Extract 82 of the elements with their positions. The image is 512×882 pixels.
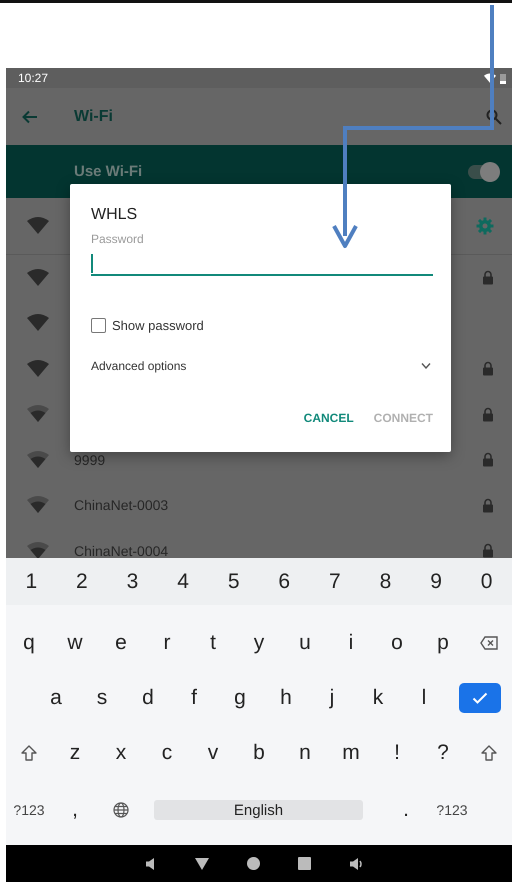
keyboard-key[interactable]: m (328, 730, 374, 774)
search-icon[interactable] (486, 108, 502, 124)
keyboard-key[interactable]: c (144, 730, 190, 774)
wifi-signal-icon (26, 358, 50, 379)
wifi-signal-icon (26, 313, 50, 334)
keyboard-key[interactable]: r (144, 620, 190, 664)
keyboard-key[interactable]: i (328, 620, 374, 664)
keyboard-key[interactable]: v (190, 730, 236, 774)
wifi-toggle[interactable] (468, 164, 498, 178)
keyboard-key[interactable]: e (98, 620, 144, 664)
keyboard-key[interactable]: 6 (258, 560, 310, 604)
enter-key[interactable] (459, 682, 501, 712)
keyboard-key[interactable]: 2 (56, 560, 108, 604)
check-icon (472, 692, 488, 704)
keyboard-key[interactable]: y (236, 620, 282, 664)
shift-icon[interactable] (481, 744, 497, 760)
keyboard-key[interactable]: q (6, 620, 52, 664)
wifi-signal-icon (26, 495, 50, 516)
password-label: Password (91, 232, 145, 246)
volume-up-icon[interactable] (348, 856, 364, 870)
shift-icon[interactable] (21, 744, 37, 760)
lock-icon (482, 498, 494, 513)
keyboard-key[interactable]: n (282, 730, 328, 774)
keyboard-key[interactable]: u (282, 620, 328, 664)
lock-icon (482, 452, 494, 468)
wifi-signal-icon (26, 404, 50, 424)
keyboard-key[interactable]: z (52, 730, 98, 774)
keyboard-key[interactable]: 9 (410, 560, 462, 604)
lock-icon (482, 543, 494, 558)
dialog-title: WHLS (91, 206, 138, 224)
keyboard-key[interactable]: s (79, 676, 125, 720)
keyboard-key[interactable]: ? (420, 730, 466, 774)
wifi-signal-icon (26, 540, 50, 558)
symbols-key[interactable]: ?123 (6, 788, 52, 832)
show-password-label[interactable]: Show password (112, 318, 204, 333)
lock-icon (482, 270, 494, 286)
lock-icon (482, 361, 494, 376)
wifi-signal-icon (26, 450, 50, 470)
keyboard-key[interactable]: o (374, 620, 420, 664)
recents-icon[interactable] (298, 857, 310, 870)
keyboard-key[interactable]: t (190, 620, 236, 664)
dialog-button[interactable]: CANCEL (304, 409, 354, 427)
keyboard-key[interactable]: 0 (461, 560, 512, 604)
keyboard-key[interactable]: 4 (158, 560, 208, 604)
use-wifi-label: Use Wi-Fi (74, 163, 142, 180)
keyboard-key[interactable]: j (309, 676, 355, 720)
keyboard-key[interactable]: h (263, 676, 309, 720)
keyboard-key[interactable]: 8 (360, 560, 411, 604)
back-icon[interactable] (194, 858, 208, 870)
keyboard-key[interactable]: b (236, 730, 282, 774)
keyboard-key[interactable]: a (33, 676, 79, 720)
keyboard-key[interactable]: , (52, 788, 98, 832)
keyboard-key[interactable]: 1 (6, 560, 57, 604)
lock-icon (482, 406, 494, 422)
checkbox[interactable] (91, 318, 106, 333)
keyboard-key[interactable]: k (355, 676, 401, 720)
wifi-signal-icon (26, 216, 50, 236)
keyboard-key[interactable]: x (98, 730, 144, 774)
wifi-signal-icon (26, 268, 50, 288)
space-bar[interactable]: English (154, 800, 363, 820)
keyboard-key[interactable]: 7 (310, 560, 360, 604)
keyboard-key[interactable]: . (383, 788, 429, 832)
home-icon[interactable] (246, 857, 260, 870)
volume-down-icon[interactable] (144, 856, 156, 870)
keyboard-key[interactable]: f (171, 676, 217, 720)
keyboard-key[interactable]: p (420, 620, 466, 664)
advanced-options-label[interactable]: Advanced options (91, 359, 186, 373)
keyboard-key[interactable]: w (52, 620, 98, 664)
keyboard-key[interactable]: d (125, 676, 171, 720)
globe-icon[interactable] (113, 802, 129, 818)
backspace-icon[interactable] (480, 636, 498, 650)
keyboard-key[interactable]: g (217, 676, 263, 720)
wifi-icon (483, 72, 497, 84)
keyboard-key[interactable]: ! (374, 730, 420, 774)
keyboard-key[interactable]: 3 (107, 560, 158, 604)
chevron-icon[interactable] (421, 363, 431, 369)
symbols-key[interactable]: ?123 (429, 788, 475, 832)
battery-icon (500, 72, 506, 84)
toolbar-title: Wi-Fi (74, 108, 114, 126)
keyboard-key[interactable]: 5 (208, 560, 259, 604)
keyboard-key[interactable]: l (401, 676, 447, 720)
status-time: 10:27 (18, 71, 48, 85)
